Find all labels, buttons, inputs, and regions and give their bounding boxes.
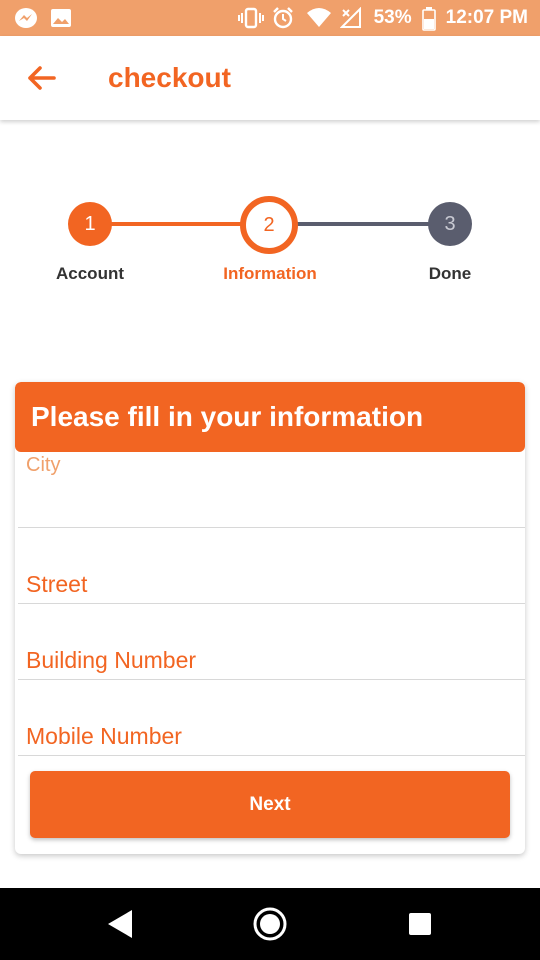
arrow-left-icon[interactable] [24, 62, 60, 94]
wifi-icon [306, 7, 331, 29]
status-bar: 53% 12:07 PM [0, 0, 540, 36]
building-number-field[interactable] [18, 604, 525, 680]
information-form-card: City Please fill in your information Nex… [15, 382, 525, 854]
form-header-title: Please fill in your information [31, 401, 424, 432]
step-2-circle: 2 [240, 196, 298, 254]
step-3-number: 3 [444, 212, 456, 235]
checkout-stepper: 1 2 3 Account Information Done [0, 190, 540, 300]
next-button-label: Next [249, 793, 291, 815]
signal-icon [339, 6, 364, 29]
battery-percent: 53% [373, 7, 412, 28]
clock-time: 12:07 PM [445, 7, 528, 28]
back-triangle-icon[interactable] [102, 906, 138, 942]
next-button[interactable]: Next [30, 771, 510, 838]
vibrate-icon [237, 7, 264, 29]
mobile-number-field[interactable] [18, 680, 525, 756]
step-1-number: 1 [84, 212, 96, 235]
city-field[interactable]: City [18, 452, 525, 528]
step-1-circle: 1 [68, 202, 112, 246]
app-bar: checkout [0, 36, 540, 120]
recents-square-icon[interactable] [402, 906, 438, 942]
step-3-label: Done [428, 264, 472, 283]
mobile-number-input[interactable] [18, 720, 506, 752]
step-1-label: Account [56, 264, 124, 283]
step-2-number: 2 [263, 213, 275, 236]
page-title: checkout [108, 62, 231, 93]
city-input[interactable] [18, 488, 506, 520]
street-field[interactable] [18, 528, 525, 604]
city-label: City [26, 454, 61, 476]
building-number-input[interactable] [18, 644, 506, 676]
form-header: Please fill in your information [15, 382, 525, 452]
alarm-icon [272, 7, 296, 29]
battery-icon [421, 7, 436, 31]
home-circle-icon[interactable] [252, 906, 288, 942]
street-input[interactable] [18, 568, 506, 600]
messenger-icon [14, 7, 38, 29]
image-icon [50, 7, 74, 29]
system-nav-bar [0, 888, 540, 960]
step-3-circle: 3 [428, 202, 472, 246]
step-2-label: Information [223, 264, 317, 283]
